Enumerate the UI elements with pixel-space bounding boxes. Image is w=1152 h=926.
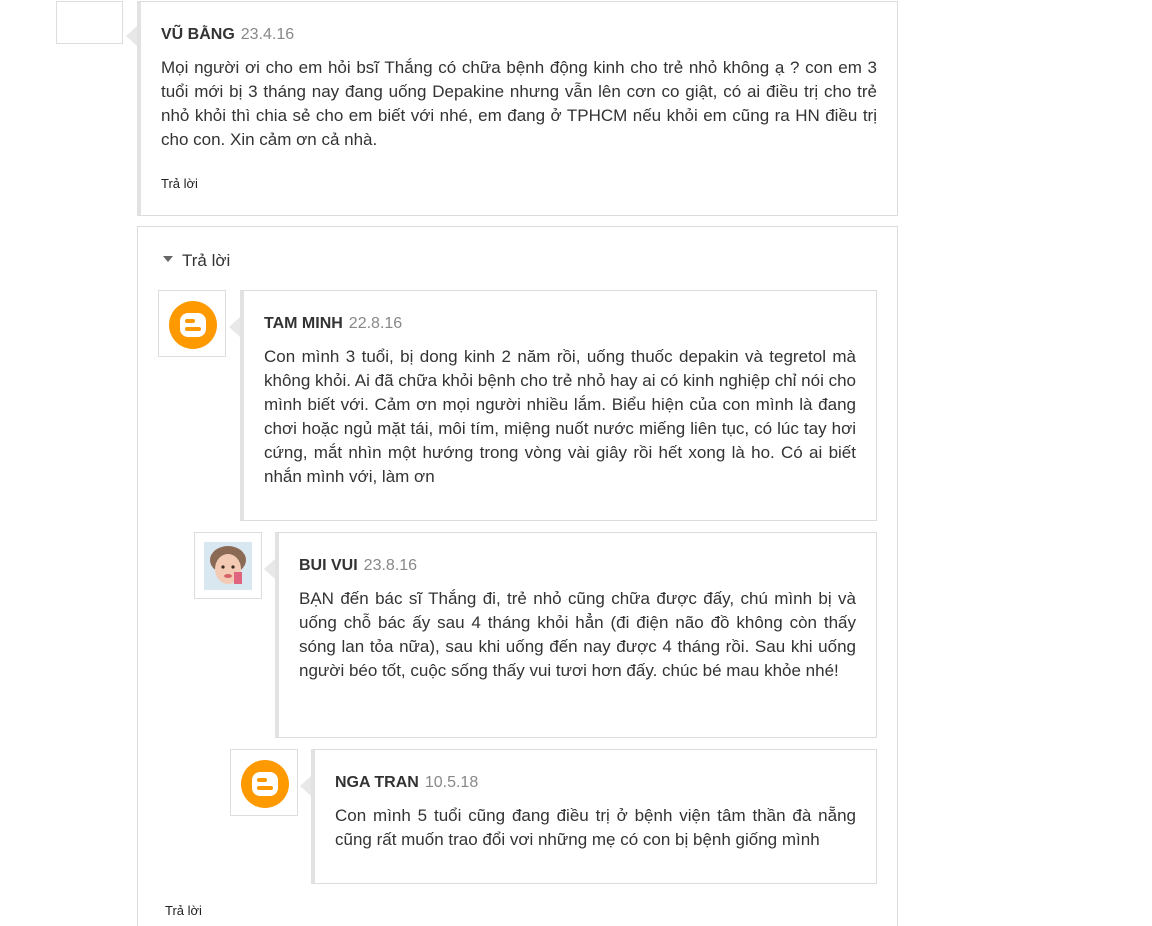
replies-toggle-label: Trả lời [182, 251, 231, 270]
reply-header: NGA TRAN 10.5.18 [335, 774, 478, 792]
reply-text: Con mình 5 tuổi cũng đang điều trị ở bện… [335, 806, 856, 849]
avatar[interactable] [194, 532, 262, 599]
avatar[interactable] [230, 749, 298, 816]
reply-header: BUI VUI 23.8.16 [299, 557, 417, 575]
avatar[interactable] [158, 290, 226, 357]
comment-text: Mọi người ơi cho em hỏi bsĩ Thắng có chữ… [161, 58, 877, 149]
comment-pointer [126, 26, 137, 46]
thread-reply-link[interactable]: Trả lời [165, 903, 202, 918]
reply-text: Con mình 3 tuổi, bị dong kinh 2 năm rồi,… [264, 347, 856, 486]
reply-pointer [300, 776, 311, 796]
reply-author[interactable]: BUI VUI [299, 557, 358, 574]
comments-page: VŨ BẰNG 23.4.16 Mọi người ơi cho em hỏi b… [0, 0, 1152, 926]
reply-date[interactable]: 22.8.16 [349, 315, 402, 332]
reply-header: TAM MINH 22.8.16 [264, 315, 402, 333]
reply-card: NGA TRAN 10.5.18 Con mình 5 tuổi cũng đan… [300, 749, 877, 884]
comment-date[interactable]: 23.4.16 [241, 26, 294, 43]
replies-toggle[interactable]: Trả lời [163, 251, 230, 271]
child-photo-icon [204, 542, 252, 590]
avatar-placeholder[interactable] [56, 1, 123, 44]
comment-card: VŨ BẰNG 23.4.16 Mọi người ơi cho em hỏi b… [126, 1, 898, 216]
blogger-icon [169, 301, 217, 349]
reply-author[interactable]: TAM MINH [264, 315, 343, 332]
reply-pointer [264, 559, 275, 579]
reply-date[interactable]: 10.5.18 [425, 774, 478, 791]
blogger-icon [241, 760, 289, 808]
reply-text: BẠN đến bác sĩ Thắng đi, trẻ nhỏ cũng ch… [299, 589, 856, 680]
reply-author[interactable]: NGA TRAN [335, 774, 419, 791]
reply-date[interactable]: 23.8.16 [364, 557, 417, 574]
caret-down-icon [163, 255, 173, 262]
reply-card: BUI VUI 23.8.16 BẠN đến bác sĩ Thắng đi, … [264, 532, 877, 738]
comment-author[interactable]: VŨ BẰNG [161, 26, 235, 43]
comment-header: VŨ BẰNG 23.4.16 [161, 26, 294, 44]
reply-card: TAM MINH 22.8.16 Con mình 3 tuổi, bị dong… [229, 290, 877, 521]
reply-pointer [229, 317, 240, 337]
reply-link[interactable]: Trả lời [161, 176, 198, 191]
